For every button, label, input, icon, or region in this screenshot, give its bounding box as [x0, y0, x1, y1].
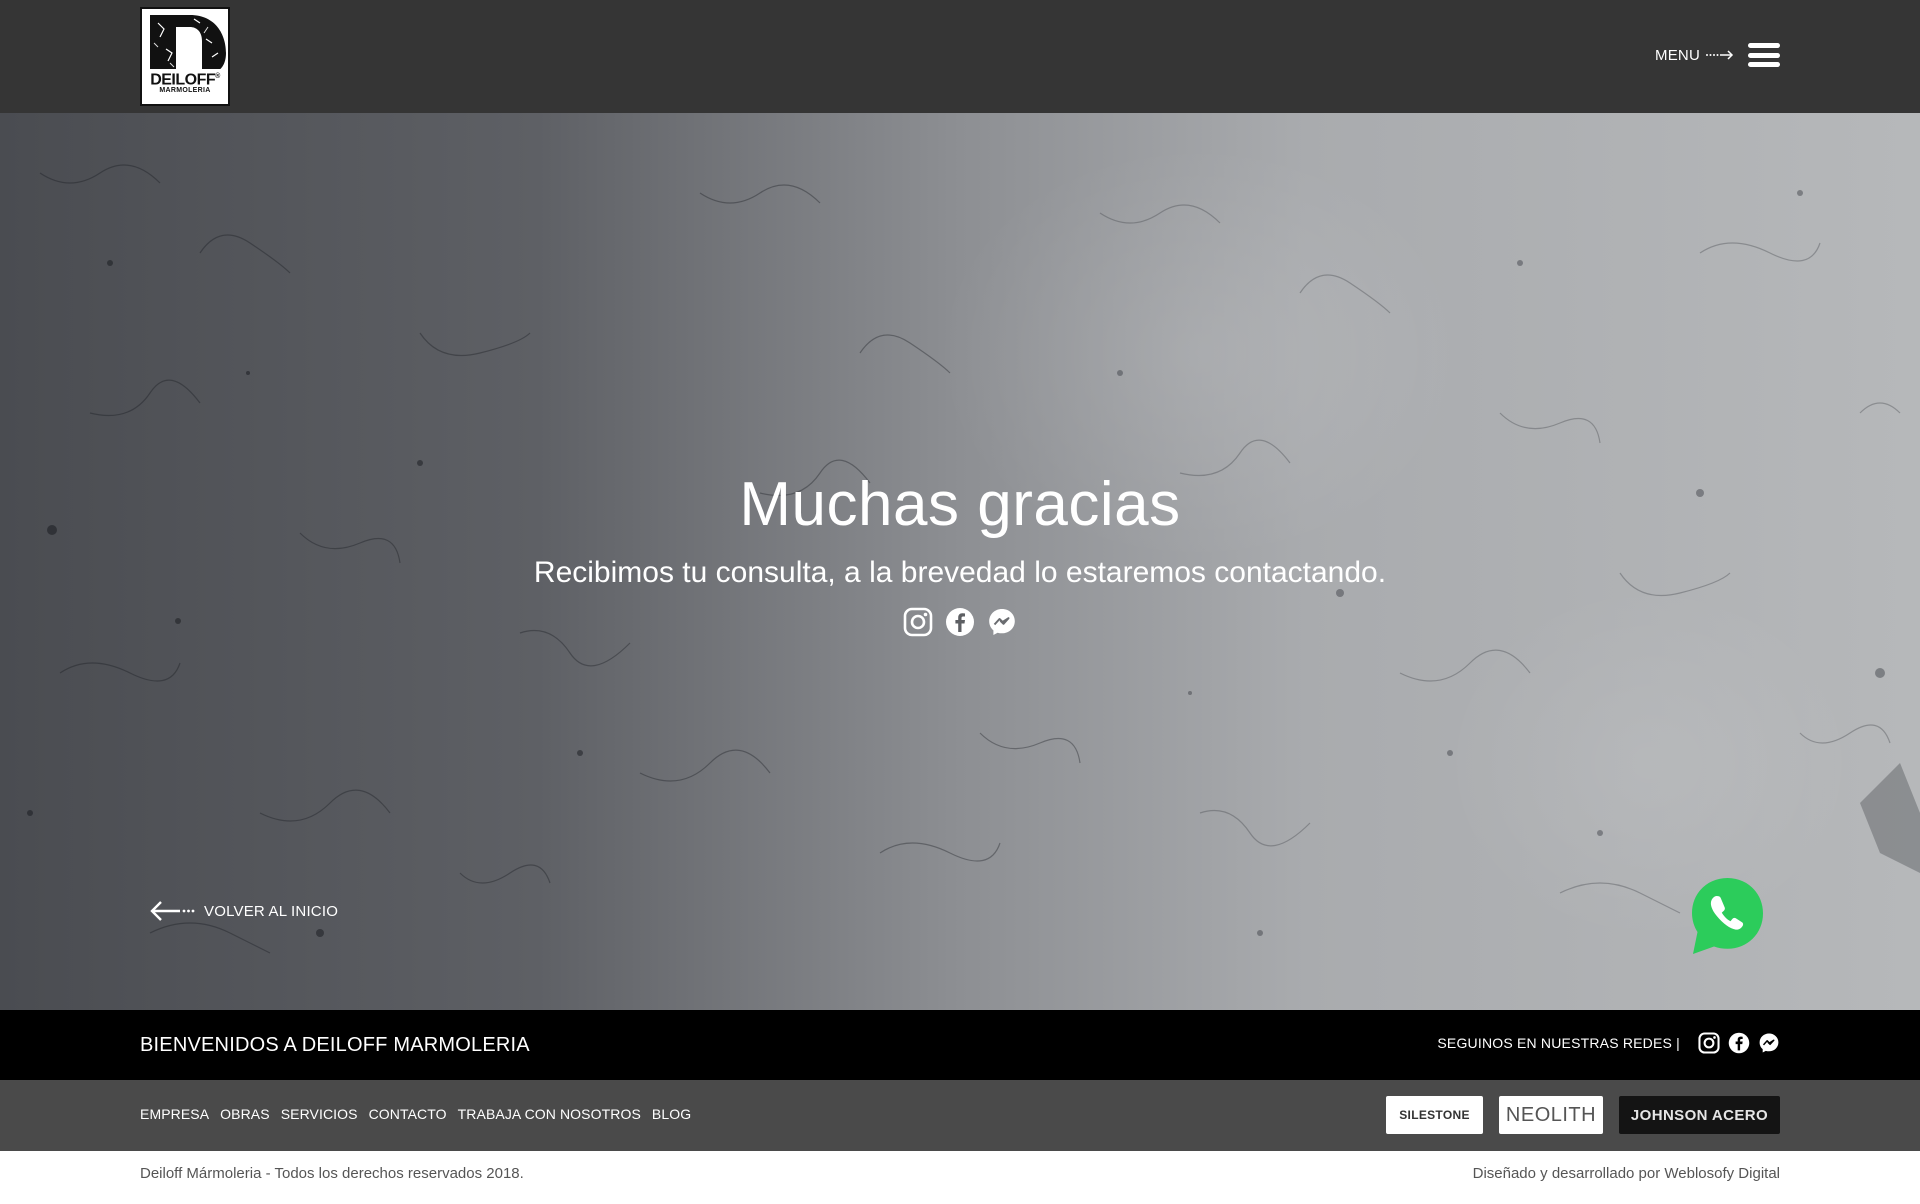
neolith-label: NEOLITH — [1505, 1104, 1597, 1126]
back-to-home-link[interactable]: VOLVER AL INICIO — [150, 900, 338, 922]
credits-text: Diseñado y desarrollado por Weblosofy Di… — [1472, 1165, 1780, 1182]
hero-section: Muchas gracias Recibimos tu consulta, a … — [0, 113, 1920, 1010]
footer-link-servicios[interactable]: SERVICIOS — [281, 1106, 358, 1122]
logo-name: DEILOFF® — [142, 69, 228, 89]
instagram-icon[interactable] — [903, 607, 933, 637]
silestone-label: SILESTONE — [1399, 1108, 1470, 1122]
site-header: DEILOFF® MARMOLERIA MENU — [0, 0, 1920, 113]
silestone-logo[interactable]: SILESTONE — [1386, 1096, 1483, 1134]
dotted-arrow-right-icon — [1706, 50, 1734, 60]
hamburger-icon[interactable] — [1748, 43, 1780, 67]
follow-label: SEGUINOS EN NUESTRAS REDES | — [1437, 1035, 1680, 1051]
footer-link-obras[interactable]: OBRAS — [220, 1106, 270, 1122]
logo-subtitle: MARMOLERIA — [159, 87, 211, 94]
hero-subtitle: Recibimos tu consulta, a la brevedad lo … — [533, 556, 1387, 589]
footer-nav: EMPRESA OBRAS SERVICIOS CONTACTO TRABAJA… — [140, 1106, 691, 1122]
menu-toggle[interactable]: MENU — [1655, 43, 1780, 67]
messenger-icon[interactable] — [987, 607, 1017, 637]
johnson-acero-logo[interactable]: JOHNSON ACERO — [1619, 1096, 1780, 1134]
copyright-bar: Deiloff Mármoleria - Todos los derechos … — [0, 1151, 1920, 1204]
thank-you-message: Muchas gracias Recibimos tu consulta, a … — [0, 469, 1920, 637]
footer-link-trabaja-con-nosotros[interactable]: TRABAJA CON NOSOTROS — [458, 1106, 641, 1122]
neolith-logo[interactable]: NEOLITH — [1499, 1096, 1603, 1134]
footer-link-contacto[interactable]: CONTACTO — [369, 1106, 447, 1122]
menu-label: MENU — [1655, 46, 1700, 64]
partner-brands: SILESTONE NEOLITH JOHNSON ACERO — [1386, 1096, 1780, 1134]
footer-welcome-band: BIENVENIDOS A DEILOFF MARMOLERIA SEGUINO… — [0, 1010, 1920, 1080]
deiloff-logo[interactable]: DEILOFF® MARMOLERIA — [140, 7, 230, 106]
copyright-text: Deiloff Mármoleria - Todos los derechos … — [140, 1165, 524, 1182]
facebook-icon[interactable] — [945, 607, 975, 637]
hero-title: Muchas gracias — [739, 470, 1181, 539]
instagram-icon[interactable] — [1698, 1032, 1720, 1054]
footer-links-bar: EMPRESA OBRAS SERVICIOS CONTACTO TRABAJA… — [0, 1080, 1920, 1151]
footer-welcome-title: BIENVENIDOS A DEILOFF MARMOLERIA — [140, 1034, 530, 1056]
arrow-left-icon — [150, 901, 195, 921]
footer-link-empresa[interactable]: EMPRESA — [140, 1106, 209, 1122]
logo-emblem — [150, 15, 226, 71]
johnson-acero-label: JOHNSON ACERO — [1630, 1106, 1769, 1124]
facebook-icon[interactable] — [1728, 1032, 1750, 1054]
footer-link-blog[interactable]: BLOG — [652, 1106, 691, 1122]
whatsapp-icon[interactable] — [1690, 876, 1765, 956]
hero-social-links — [0, 607, 1920, 637]
messenger-icon[interactable] — [1758, 1032, 1780, 1054]
back-label: VOLVER AL INICIO — [204, 902, 339, 920]
footer-social: SEGUINOS EN NUESTRAS REDES | — [1437, 1032, 1780, 1054]
